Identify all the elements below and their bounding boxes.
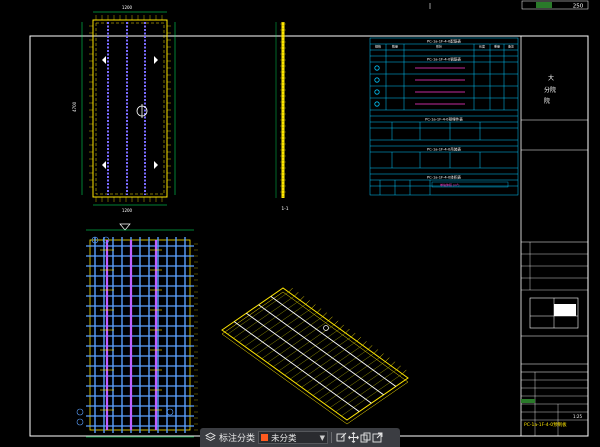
section-view: 1-1 <box>275 22 289 212</box>
svg-text:分院: 分院 <box>544 86 556 94</box>
svg-text:重量: 重量 <box>494 44 500 49</box>
svg-text:数量: 数量 <box>392 44 398 49</box>
svg-text:形状: 形状 <box>436 44 442 49</box>
toolbar-divider <box>331 432 333 443</box>
plan-view: 4700 1200 1200 <box>72 5 176 231</box>
cad-drawing-canvas[interactable]: 250 4700 1200 1200 1-1 PC-1a-1F-4-0配筋表 P… <box>0 0 600 447</box>
layers-icon[interactable] <box>204 432 216 444</box>
export-icon[interactable] <box>371 432 383 444</box>
svg-text:单块体积 (m³): 单块体积 (m³) <box>440 182 459 187</box>
table-captions: PC-1a-1F-4-0配筋表 PC-1a-1F-4-0钢筋表 PC-1a-1F… <box>375 39 514 180</box>
svg-text:4700: 4700 <box>72 101 77 112</box>
svg-text:大: 大 <box>548 74 554 82</box>
cad-drawing-viewport[interactable]: 250 4700 1200 1200 1-1 PC-1a-1F-4-0配筋表 P… <box>0 0 600 447</box>
chevron-down-icon: ▼ <box>319 433 326 442</box>
svg-text:院: 院 <box>544 97 550 105</box>
svg-text:1-1: 1-1 <box>281 206 288 212</box>
svg-text:PC-1a-1F-4-0配筋表: PC-1a-1F-4-0配筋表 <box>427 39 461 44</box>
copy-icon[interactable] <box>359 432 371 444</box>
svg-text:PC-1a-1F-4-0钢筋表: PC-1a-1F-4-0钢筋表 <box>427 57 461 62</box>
svg-text:PC-1a-1F-4-0吊装表: PC-1a-1F-4-0吊装表 <box>427 147 461 152</box>
svg-text:1200: 1200 <box>122 5 133 10</box>
svg-text:PC-1a-1F-4-0预制板: PC-1a-1F-4-0预制板 <box>524 421 567 428</box>
bottom-annotation-toolbar: 标注分类 未分类 ▼ <box>200 428 400 447</box>
title-block: 大 分院 院 PC-1a-1F-4-0预制板 1:25 <box>521 74 588 436</box>
svg-text:PC-1a-1F-4-0体积表: PC-1a-1F-4-0体积表 <box>427 175 461 180</box>
isometric-slab-view <box>221 287 409 425</box>
annotate-category-label: 标注分类 <box>219 434 256 444</box>
svg-text:1:25: 1:25 <box>573 414 582 419</box>
svg-text:长度: 长度 <box>479 44 485 49</box>
top-info-strip: 250 <box>429 0 589 10</box>
svg-text:PC-1a-1F-4-0预埋件表: PC-1a-1F-4-0预埋件表 <box>425 117 463 122</box>
svg-text:250: 250 <box>573 4 584 10</box>
svg-text:1200: 1200 <box>122 208 133 213</box>
layer-color-swatch <box>261 434 269 441</box>
rebar-schedule-tables <box>369 37 519 196</box>
layer-category-select[interactable]: 未分类 ▼ <box>258 431 329 444</box>
svg-text:备注: 备注 <box>508 44 514 49</box>
svg-text:规格: 规格 <box>375 44 381 49</box>
move-icon[interactable] <box>347 432 359 444</box>
layer-select-value: 未分类 <box>271 433 297 444</box>
edit-icon[interactable] <box>335 432 347 444</box>
rebar-grid-view <box>76 229 198 438</box>
